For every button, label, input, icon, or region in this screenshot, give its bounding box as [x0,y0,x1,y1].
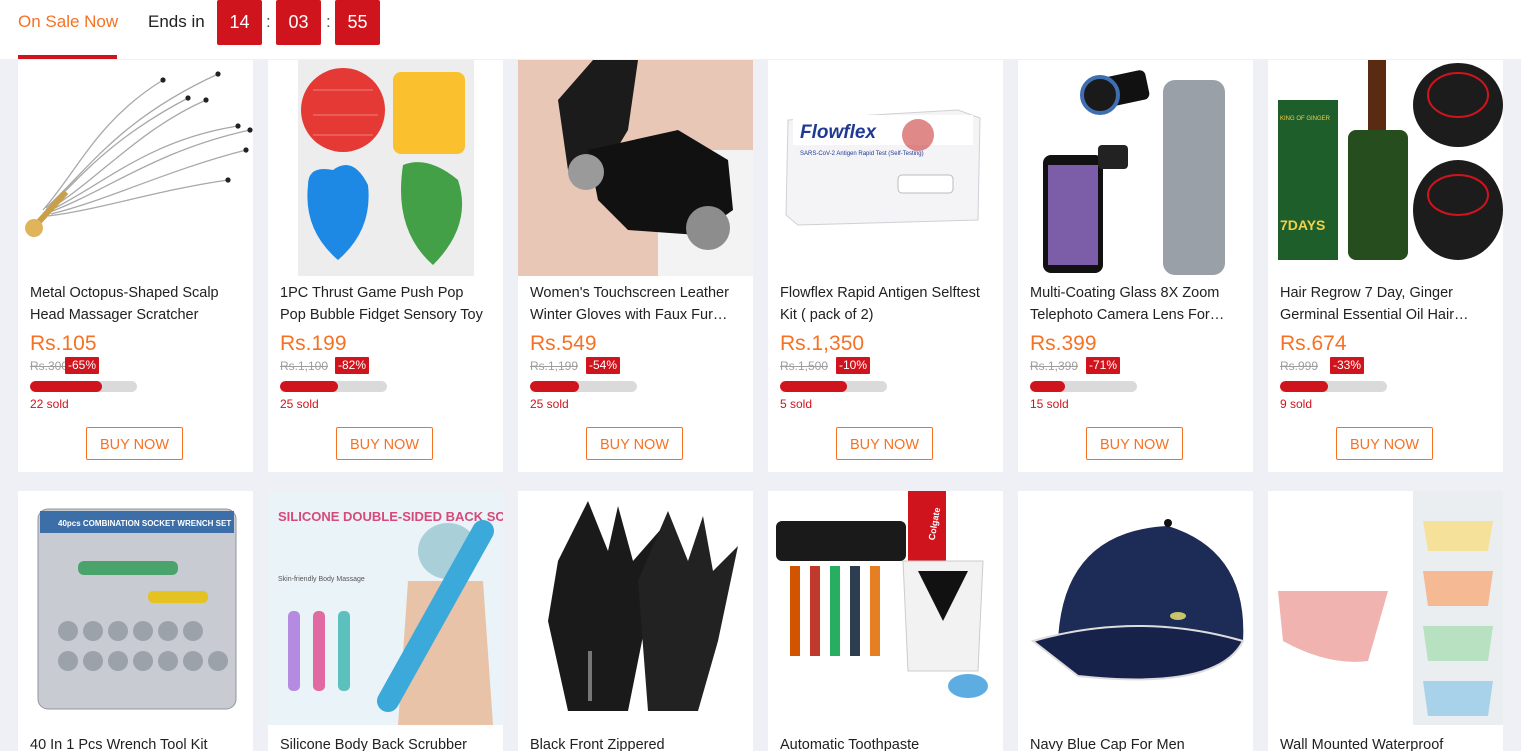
timer-seconds: 55 [335,0,380,45]
product-name[interactable]: Flowflex Rapid Antigen Selftest Kit ( pa… [780,282,993,326]
sold-progress-fill [1030,381,1066,392]
tab-on-sale-now[interactable]: On Sale Now [18,0,119,59]
product-name[interactable]: Silicone Body Back Scrubber [280,734,493,751]
buy-now-button[interactable]: BUY NOW [86,427,183,460]
product-card[interactable]: Navy Blue Cap For Men [1018,491,1253,751]
scrubber-subtitle: Skin-friendly Body Massage [278,576,365,583]
product-name[interactable]: 40 In 1 Pcs Wrench Tool Kit [30,734,243,751]
original-price: Rs.1,199 [530,359,579,373]
product-name[interactable]: Metal Octopus-Shaped Scalp Head Massager… [30,282,243,326]
product-name[interactable]: Navy Blue Cap For Men [1030,734,1243,751]
original-price: Rs.1,100 [280,359,329,373]
original-price: Rs.1,500 [780,359,829,373]
sold-count: 25 sold [530,397,569,411]
sold-progress-fill [1280,381,1329,392]
sold-progress-bar [280,381,387,392]
sold-count: 22 sold [30,397,69,411]
product-name[interactable]: Multi-Coating Glass 8X Zoom Telephoto Ca… [1030,282,1243,326]
sold-count: 15 sold [1030,397,1069,411]
sold-progress-fill [30,381,102,392]
product-card[interactable]: 1PC Thrust Game Push Pop Pop Bubble Fidg… [268,60,503,472]
flowflex-brand-text: Flowflex [800,122,877,143]
fidget-toy-image [268,60,503,276]
sold-progress-bar [530,381,637,392]
black-gloves-image [518,491,753,725]
toothpaste-dispenser-image: Colgate [768,491,1003,725]
sold-progress-bar [780,381,887,392]
product-card[interactable]: Multi-Coating Glass 8X Zoom Telephoto Ca… [1018,60,1253,472]
ends-in-label: Ends in [148,12,205,31]
sold-progress-bar [1280,381,1387,392]
product-price: Rs.549 [530,332,597,355]
sold-progress-bar [1030,381,1137,392]
original-price: Rs.300 [30,359,69,373]
timer-separator: : [326,12,331,31]
product-card[interactable]: Wall Mounted Waterproof [1268,491,1503,751]
sold-count: 9 sold [1280,397,1313,411]
timer-hours: 14 [217,0,262,45]
discount-badge: -10% [836,357,871,374]
product-name[interactable]: Women's Touchscreen Leather Winter Glove… [530,282,743,326]
product-card[interactable]: Flowflex SARS-CoV-2 Antigen Rapid Test (… [768,60,1003,472]
sold-count: 5 sold [780,397,813,411]
original-price: Rs.999 [1280,359,1319,373]
tab-active-underline [18,55,117,59]
discount-badge: -54% [586,357,621,374]
timer-minutes: 03 [276,0,321,45]
buy-now-button[interactable]: BUY NOW [836,427,933,460]
corner-shelf-image [1268,491,1503,725]
product-name[interactable]: Black Front Zippered [530,734,743,751]
product-card[interactable]: Colgate Automatic Toothpaste [768,491,1003,751]
product-card[interactable]: Black Front Zippered [518,491,753,751]
flash-sale-header: On Sale Now Ends in 14 : 03 : 55 [0,0,1521,59]
sold-progress-fill [280,381,338,392]
product-card[interactable]: 40pcs COMBINATION SOCKET WRENCH SET 40 I… [18,491,253,751]
back-scrubber-image: SILICONE DOUBLE-SIDED BACK SCRUBBER Skin… [268,491,503,725]
discount-badge: -71% [1086,357,1121,374]
product-name[interactable]: Wall Mounted Waterproof [1280,734,1452,751]
original-price: Rs.1,399 [1030,359,1079,373]
wrench-kit-image: 40pcs COMBINATION SOCKET WRENCH SET [18,491,253,725]
hair-oil-image: 7DAYS KING OF GINGER [1268,60,1503,276]
product-price: Rs.199 [280,332,347,355]
buy-now-button[interactable]: BUY NOW [586,427,683,460]
timer-separator: : [266,12,271,31]
product-card[interactable]: SILICONE DOUBLE-SIDED BACK SCRUBBER Skin… [268,491,503,751]
product-name[interactable]: Hair Regrow 7 Day, Ginger Germinal Essen… [1280,282,1493,326]
product-price: Rs.105 [30,332,97,355]
navy-cap-image [1018,491,1253,725]
tab-label: On Sale Now [18,12,119,31]
discount-badge: -65% [65,357,100,374]
flowflex-sub-text: SARS-CoV-2 Antigen Rapid Test (Self-Test… [800,151,924,157]
sold-progress-fill [530,381,580,392]
product-price: Rs.674 [1280,332,1347,355]
product-price: Rs.399 [1030,332,1097,355]
leather-gloves-image [518,60,753,276]
product-card[interactable]: Women's Touchscreen Leather Winter Glove… [518,60,753,472]
product-card[interactable]: 7DAYS KING OF GINGER Hair Regrow 7 Day, … [1268,60,1503,472]
buy-now-button[interactable]: BUY NOW [1336,427,1433,460]
scrubber-title: SILICONE DOUBLE-SIDED BACK SCRUBBER [278,509,503,524]
discount-badge: -33% [1330,357,1365,374]
discount-badge: -82% [335,357,370,374]
flowflex-kit-image: Flowflex SARS-CoV-2 Antigen Rapid Test (… [768,60,1003,276]
product-price: Rs.1,350 [780,332,865,355]
product-name[interactable]: Automatic Toothpaste [780,734,993,751]
buy-now-button[interactable]: BUY NOW [336,427,433,460]
product-name[interactable]: 1PC Thrust Game Push Pop Pop Bubble Fidg… [280,282,493,326]
hair-oil-brand-text: 7DAYS [1280,217,1325,233]
sold-progress-fill [780,381,848,392]
scalp-massager-image [18,60,253,276]
hair-oil-sub-text: KING OF GINGER [1280,116,1331,122]
phone-lens-image [1018,60,1253,276]
wrench-kit-title: 40pcs COMBINATION SOCKET WRENCH SET [58,519,231,528]
buy-now-button[interactable]: BUY NOW [1086,427,1183,460]
product-card[interactable]: Metal Octopus-Shaped Scalp Head Massager… [18,60,253,472]
sold-count: 25 sold [280,397,319,411]
sold-progress-bar [30,381,137,392]
